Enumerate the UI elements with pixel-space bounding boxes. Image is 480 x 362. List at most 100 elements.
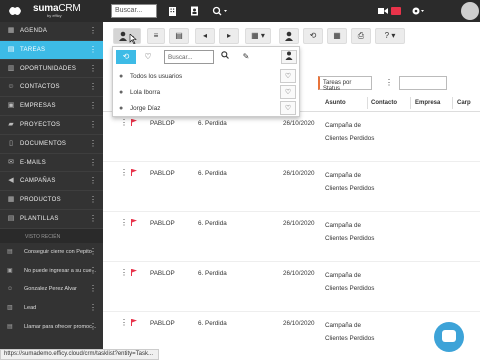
sidebar-item-agenda[interactable]: ▦ AGENDA ⋮ xyxy=(0,22,103,41)
folder-icon: ▰ xyxy=(8,120,14,128)
calendar-dropdown-button[interactable]: ▦ ▾ xyxy=(245,28,271,44)
sidebar-item-campanas[interactable]: ◀ CAMPAÑAS ⋮ xyxy=(0,172,103,192)
sidebar-item-plantillas[interactable]: ▤ PLANTILLAS ⋮ xyxy=(0,210,103,229)
recent-item[interactable]: ▤ Conseguir cierre con Pepito ⋮ xyxy=(0,243,103,262)
global-search-input[interactable]: Buscar... xyxy=(111,4,157,18)
tab-favorites-heart-icon[interactable]: ♡ xyxy=(138,50,158,64)
recent-item[interactable]: ☺ Gonzalez Perez Alvar ⋮ xyxy=(0,280,103,299)
user-icon: ● xyxy=(119,105,124,112)
recent-item-label: Lead xyxy=(24,305,37,312)
search-dropdown-icon[interactable] xyxy=(210,4,230,18)
row-menu-icon[interactable]: ⋮ xyxy=(120,319,128,327)
sidebar-item-emails[interactable]: ✉ E-MAILS ⋮ xyxy=(0,154,103,173)
popup-item-label: Lola Iborra xyxy=(130,89,161,96)
cell-subject[interactable]: Campaña de Clientes Perdidos xyxy=(325,319,375,345)
table-row[interactable]: ⋮ PABLOP 6. Perdida 26/10/2020 Campaña d… xyxy=(103,162,480,212)
row-menu-icon[interactable]: ⋮ xyxy=(120,119,128,127)
list-search-input[interactable] xyxy=(399,76,447,90)
building-icon[interactable] xyxy=(166,4,178,18)
favorite-heart-icon[interactable]: ♡ xyxy=(280,85,296,99)
favorite-heart-icon[interactable]: ♡ xyxy=(280,69,296,83)
chat-support-button[interactable] xyxy=(434,322,464,352)
search-icon[interactable] xyxy=(219,50,231,64)
kebab-menu-icon[interactable]: ⋮ xyxy=(89,139,97,149)
row-menu-icon[interactable]: ⋮ xyxy=(120,169,128,177)
cell-subject[interactable]: Campaña de Clientes Perdidos xyxy=(325,119,375,145)
table-row[interactable]: ⋮ PABLOP 6. Perdida 26/10/2020 Campaña d… xyxy=(103,212,480,262)
cell-user: PABLOP xyxy=(150,320,175,327)
calculator-icon[interactable]: ▦ xyxy=(327,28,347,44)
popup-search-input[interactable]: Buscar... xyxy=(164,50,214,64)
sidebar-item-proyectos[interactable]: ▰ PROYECTOS ⋮ xyxy=(0,116,103,135)
table-row[interactable]: ⋮ PABLOP 6. Perdida 26/10/2020 Campaña d… xyxy=(103,312,480,362)
column-header-asunto[interactable]: Asunto xyxy=(325,100,346,106)
column-header-empresa[interactable]: Empresa xyxy=(415,100,440,106)
table-row[interactable]: ⋮ PABLOP 6. Perdida 26/10/2020 Campaña d… xyxy=(103,262,480,312)
kebab-menu-icon[interactable]: ⋮ xyxy=(89,64,97,74)
cell-date: 26/10/2020 xyxy=(283,220,315,227)
column-header-contacto[interactable]: Contacto xyxy=(371,100,397,106)
toolbar: ≡ ▤ ◂ ▸ ▦ ▾ ⟲ ▦ ⎙ ? ▾ xyxy=(103,22,480,48)
more-options-icon[interactable]: ⋮ xyxy=(383,76,395,90)
cell-subject[interactable]: Campaña de Clientes Perdidos xyxy=(325,219,375,245)
sidebar-item-productos[interactable]: ▦ PRODUCTOS ⋮ xyxy=(0,191,103,210)
kebab-menu-icon[interactable]: ⋮ xyxy=(89,284,97,293)
video-icon[interactable] xyxy=(378,4,388,18)
sidebar-item-contactos[interactable]: ☺ CONTACTOS ⋮ xyxy=(0,78,103,98)
row-menu-icon[interactable]: ⋮ xyxy=(120,219,128,227)
sidebar-item-label: CAMPAÑAS xyxy=(20,178,56,185)
user-icon[interactable] xyxy=(281,50,297,64)
cell-subject[interactable]: Campaña de Clientes Perdidos xyxy=(325,169,375,195)
sidebar-item-documentos[interactable]: ▯ DOCUMENTOS ⋮ xyxy=(0,135,103,154)
cell-subject[interactable]: Campaña de Clientes Perdidos xyxy=(325,269,375,295)
recent-item[interactable]: ▥ Lead ⋮ xyxy=(0,299,103,318)
row-menu-icon[interactable]: ⋮ xyxy=(120,269,128,277)
user-avatar[interactable] xyxy=(461,2,479,20)
kebab-menu-icon[interactable]: ⋮ xyxy=(89,26,97,36)
kebab-menu-icon[interactable]: ⋮ xyxy=(89,158,97,168)
settings-gear-icon[interactable] xyxy=(409,4,427,18)
sidebar-item-label: E-MAILS xyxy=(20,159,47,166)
table-row[interactable]: ⋮ PABLOP 6. Perdida 26/10/2020 Campaña d… xyxy=(103,112,480,162)
prev-button[interactable]: ◂ xyxy=(195,28,215,44)
popup-list-item[interactable]: ● Jorge Díaz ♡ xyxy=(113,101,301,117)
tab-recent-history-icon[interactable]: ⟲ xyxy=(116,50,136,64)
kebab-menu-icon[interactable]: ⋮ xyxy=(89,322,97,331)
kebab-menu-icon[interactable]: ⋮ xyxy=(89,214,97,224)
card-view-button[interactable]: ▤ xyxy=(169,28,189,44)
column-header-carpeta[interactable]: Carp xyxy=(457,100,471,106)
sidebar-item-tareas[interactable]: ▤ TAREAS ⋮ xyxy=(0,40,103,60)
kebab-menu-icon[interactable]: ⋮ xyxy=(89,195,97,205)
contact-icon: ☺ xyxy=(7,286,14,293)
kebab-menu-icon[interactable]: ⋮ xyxy=(89,247,97,256)
sidebar-item-empresas[interactable]: ▣ EMPRESAS ⋮ xyxy=(0,97,103,116)
sidebar-item-oportunidades[interactable]: ▥ OPORTUNIDADES ⋮ xyxy=(0,60,103,79)
kebab-menu-icon[interactable]: ⋮ xyxy=(89,120,97,130)
kebab-menu-icon[interactable]: ⋮ xyxy=(89,45,97,55)
status-filter-select[interactable]: Tareas por Status xyxy=(318,76,372,92)
history-icon[interactable]: ⟲ xyxy=(303,28,323,44)
notifications-badge-icon[interactable] xyxy=(391,7,401,15)
column-divider xyxy=(452,97,453,109)
recent-item[interactable]: ▣ No puede ingresar a su cue... ⋮ xyxy=(0,262,103,281)
list-view-button[interactable]: ≡ xyxy=(147,28,165,44)
user-icon-button[interactable] xyxy=(279,28,299,44)
kebab-menu-icon[interactable]: ⋮ xyxy=(89,303,97,312)
print-icon[interactable]: ⎙ xyxy=(351,28,371,44)
popup-list-item[interactable]: ● Lola Iborra ♡ xyxy=(113,85,301,101)
kebab-menu-icon[interactable]: ⋮ xyxy=(89,176,97,186)
top-bar: sumaCRM by efficy Buscar... xyxy=(0,0,480,22)
contacts-book-icon[interactable] xyxy=(188,4,200,18)
favorite-heart-icon[interactable]: ♡ xyxy=(280,101,296,115)
next-button[interactable]: ▸ xyxy=(219,28,239,44)
tasks-icon: ▤ xyxy=(7,45,15,53)
kebab-menu-icon[interactable]: ⋮ xyxy=(89,266,97,275)
opportunity-icon: ▥ xyxy=(7,64,15,72)
kebab-menu-icon[interactable]: ⋮ xyxy=(89,101,97,111)
edit-icon[interactable]: ✎ xyxy=(240,50,252,64)
recent-item[interactable]: ▤ Llamar para ofrecer promoc... ⋮ xyxy=(0,318,103,337)
cell-date: 26/10/2020 xyxy=(283,270,315,277)
kebab-menu-icon[interactable]: ⋮ xyxy=(89,82,97,92)
help-dropdown-button[interactable]: ? ▾ xyxy=(375,28,405,44)
popup-list-item[interactable]: ● Todos los usuarios ♡ xyxy=(113,69,301,85)
